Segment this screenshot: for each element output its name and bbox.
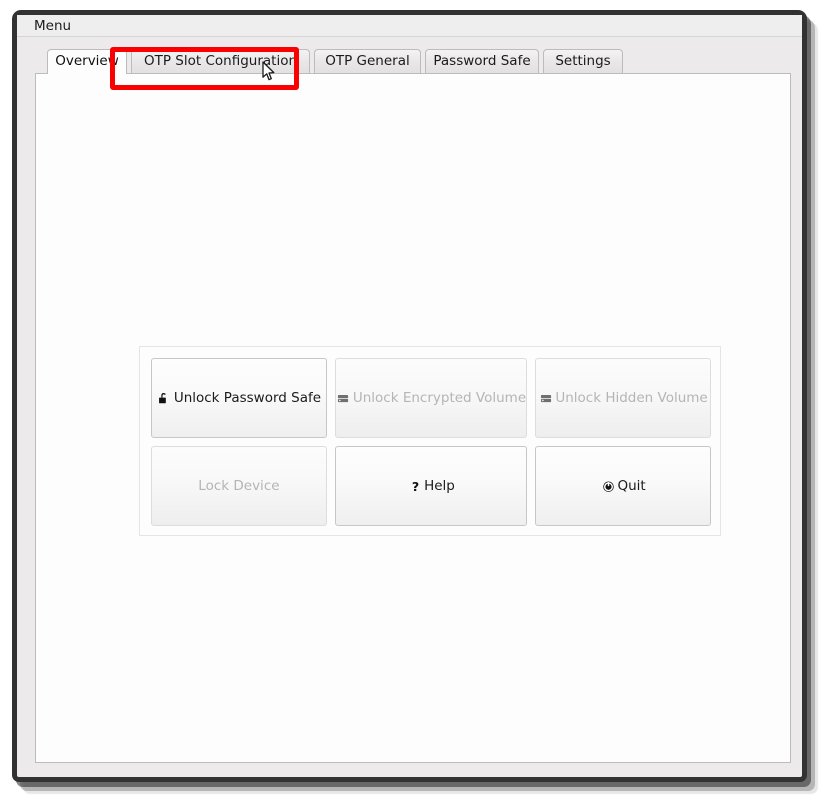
help-button[interactable]: ? Help (334, 446, 528, 526)
tab-password-safe[interactable]: Password Safe (425, 49, 539, 74)
tab-otp-slot-configuration[interactable]: OTP Slot Configuration (131, 49, 310, 74)
unlock-hidden-volume-button[interactable]: Unlock Hidden Volume (535, 358, 711, 438)
action-button-group: Unlock Password Safe Unlock Encrypted Vo… (139, 346, 721, 536)
application-window: Menu Overview OTP Slot Configuration OTP… (12, 10, 807, 782)
quit-button[interactable]: Quit (535, 446, 711, 526)
button-label: Unlock Password Safe (173, 390, 322, 406)
tab-overview[interactable]: Overview (47, 49, 127, 74)
unlock-password-safe-button[interactable]: Unlock Password Safe (151, 358, 327, 438)
menu-bar: Menu (17, 15, 802, 37)
lock-device-button[interactable]: Lock Device (151, 446, 327, 526)
button-label: Unlock Encrypted Volume (352, 390, 527, 406)
svg-text:?: ? (411, 479, 418, 494)
action-button-grid: Unlock Password Safe Unlock Encrypted Vo… (151, 358, 711, 526)
button-label: Quit (617, 478, 646, 494)
button-label: Unlock Hidden Volume (555, 390, 708, 406)
button-label: Help (424, 478, 455, 494)
hard-drive-icon (336, 390, 352, 406)
tab-settings[interactable]: Settings (543, 49, 623, 74)
menu-item-menu[interactable]: Menu (30, 17, 75, 36)
tab-otp-general[interactable]: OTP General (314, 49, 421, 74)
open-padlock-icon (157, 390, 173, 406)
tab-content-panel: Unlock Password Safe Unlock Encrypted Vo… (35, 73, 791, 763)
question-mark-icon: ? (407, 478, 423, 494)
tab-strip: Overview OTP Slot Configuration OTP Gene… (35, 49, 791, 74)
button-label: Lock Device (198, 478, 280, 494)
power-icon (600, 478, 616, 494)
unlock-encrypted-volume-button[interactable]: Unlock Encrypted Volume (334, 358, 528, 438)
hard-drive-icon (538, 390, 554, 406)
